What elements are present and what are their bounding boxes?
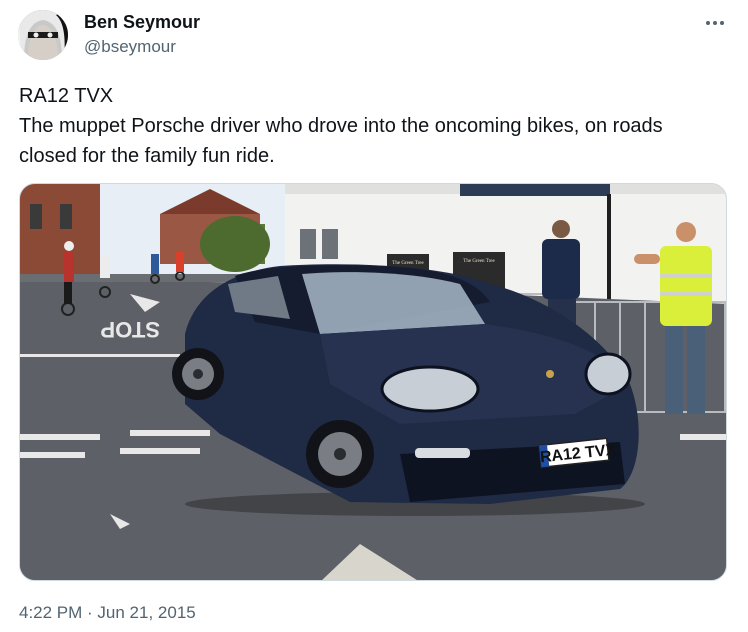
porsche-badge: [546, 370, 554, 378]
road-marking-stop: STOP: [100, 317, 160, 342]
tweet-text: RA12 TVX The muppet Porsche driver who d…: [19, 81, 731, 171]
avatar[interactable]: [18, 10, 68, 60]
tweet-text-line: closed for the family fun ride.: [19, 145, 275, 167]
tweet-photo[interactable]: The Green Tree The Green Tree STOP RA12 …: [19, 183, 727, 581]
headlight-right: [584, 352, 632, 396]
more-horizontal-icon-dot: [713, 21, 717, 25]
avatar-image: [18, 10, 68, 60]
tweet-card: Ben Seymour @bseymour RA12 TVX The muppe…: [0, 0, 748, 632]
headlight-left: [380, 365, 480, 413]
pub-sign-left-text: The Green Tree: [392, 261, 424, 266]
more-horizontal-icon-dot: [720, 21, 724, 25]
author-name[interactable]: Ben Seymour: [84, 12, 200, 33]
pub-sign-right-text: The Green Tree: [463, 259, 495, 264]
tweet-timestamp[interactable]: 4:22 PM · Jun 21, 2015: [19, 603, 196, 623]
tweet-text-line: RA12 TVX: [19, 85, 114, 107]
tweet-text-line: The muppet Porsche driver who drove into…: [19, 115, 663, 137]
more-options-button[interactable]: [700, 8, 730, 38]
photo-scene: The Green Tree The Green Tree STOP RA12 …: [20, 184, 726, 580]
more-horizontal-icon: [706, 21, 710, 25]
author-handle[interactable]: @bseymour: [84, 37, 176, 57]
